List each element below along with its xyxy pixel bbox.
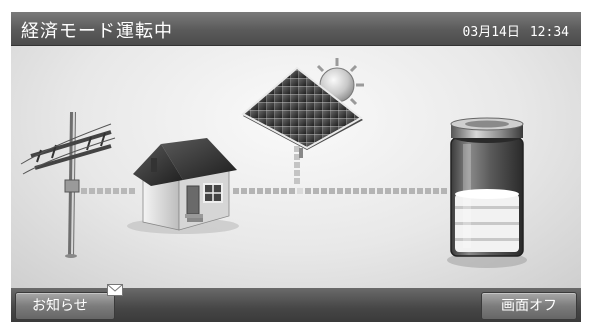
battery-icon: [447, 117, 527, 268]
power-pole-icon: [20, 111, 116, 258]
news-button-label: お知らせ: [32, 298, 88, 314]
date-text: 03月14日: [462, 25, 520, 40]
flow-line-house-to-battery: [233, 188, 447, 194]
mail-icon: [107, 284, 123, 296]
display-screen: 経済モード運転中 03月14日 12:34 お知らせ 画面オフ: [11, 12, 581, 322]
flow-line-grid-to-house: [81, 188, 135, 194]
title-bar: 経済モード運転中 03月14日 12:34: [11, 12, 581, 46]
house-icon: [127, 138, 239, 234]
mode-status-title: 経済モード運転中: [21, 21, 173, 42]
clock: 03月14日 12:34: [463, 21, 569, 40]
energy-flow-diagram: [11, 46, 581, 288]
time-text: 12:34: [529, 25, 569, 40]
news-button[interactable]: お知らせ: [15, 284, 123, 320]
energy-flow-graphic: [20, 58, 527, 268]
footer-bar: お知らせ 画面オフ: [11, 284, 581, 322]
screen-off-button[interactable]: 画面オフ: [481, 292, 577, 320]
